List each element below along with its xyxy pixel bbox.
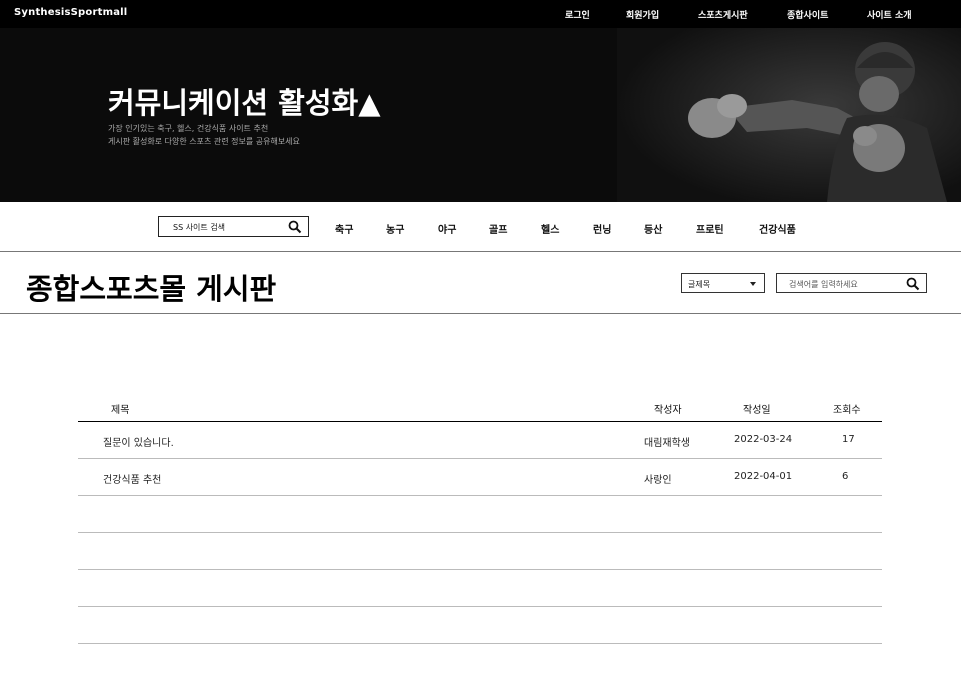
table-row [78,496,882,533]
category-hiking[interactable]: 등산 [644,221,662,236]
category-protein[interactable]: 프로틴 [696,221,724,236]
site-search-input[interactable]: SS 사이트 검색 [158,216,309,237]
table-row[interactable]: 질문이 있습니다. 대림재학생 2022-03-24 17 [78,422,882,459]
table-row [78,570,882,607]
category-golf[interactable]: 골프 [489,221,507,236]
table-row[interactable]: 건강식품 추천 사랑인 2022-04-01 6 [78,459,882,496]
site-search-placeholder: SS 사이트 검색 [173,223,226,232]
nav-general-site[interactable]: 종합사이트 [787,8,828,21]
category-basketball[interactable]: 농구 [386,221,404,236]
top-bar: SynthesisSportmall 로그인 회원가입 스포츠게시판 종합사이트… [0,0,961,28]
board-table: 제목 작성자 작성일 조회수 질문이 있습니다. 대림재학생 2022-03-2… [78,394,882,644]
hero-subtitle-line-1: 가장 인기있는 축구, 헬스, 건강식품 사이트 추천 [108,124,269,133]
table-row [78,533,882,570]
search-filter-select[interactable]: 글제목 [681,273,765,293]
category-soccer[interactable]: 축구 [335,221,353,236]
site-logo[interactable]: SynthesisSportmall [14,7,127,18]
category-health-food[interactable]: 건강식품 [759,221,796,236]
category-running[interactable]: 런닝 [593,221,611,236]
category-fitness[interactable]: 헬스 [541,221,559,236]
hero-title: 커뮤니케이션 활성화▲ [108,86,381,120]
post-date: 2022-03-24 [734,434,793,445]
search-icon[interactable] [906,276,920,295]
hero-subtitle-line-2: 게시판 활성화로 다양한 스포츠 관련 정보를 공유해보세요 [108,137,300,146]
nav-sports-board[interactable]: 스포츠게시판 [698,8,748,21]
post-views: 6 [842,471,849,482]
column-date: 작성일 [743,405,771,416]
column-views: 조회수 [833,405,861,416]
nav-login[interactable]: 로그인 [565,8,590,21]
board-search-placeholder: 검색어를 입력하세요 [789,280,858,289]
post-title[interactable]: 질문이 있습니다. [103,434,174,449]
post-author: 사랑인 [644,475,672,486]
chevron-down-icon [750,282,756,286]
boxer-photo [617,28,961,202]
hero-banner: 커뮤니케이션 활성화▲ 가장 인기있는 축구, 헬스, 건강식품 사이트 추천 … [0,28,961,202]
post-views: 17 [842,434,855,445]
nav-signup[interactable]: 회원가입 [626,8,659,21]
post-author: 대림재학생 [644,438,690,449]
post-title[interactable]: 건강식품 추천 [103,471,161,486]
nav-about[interactable]: 사이트 소개 [867,8,912,21]
board-header: 종합스포츠몰 게시판 글제목 검색어를 입력하세요 [0,252,961,314]
column-title: 제목 [111,405,130,416]
category-baseball[interactable]: 야구 [438,221,456,236]
column-author: 작성자 [654,405,682,416]
table-row [78,607,882,644]
search-filter-value: 글제목 [688,280,711,289]
category-nav: SS 사이트 검색 축구 농구 야구 골프 헬스 런닝 등산 프로틴 건강식품 [0,202,961,252]
page-title: 종합스포츠몰 게시판 [26,272,277,306]
post-date: 2022-04-01 [734,471,793,482]
table-header: 제목 작성자 작성일 조회수 [78,394,882,422]
search-icon[interactable] [288,219,302,238]
board-search-input[interactable]: 검색어를 입력하세요 [776,273,927,293]
